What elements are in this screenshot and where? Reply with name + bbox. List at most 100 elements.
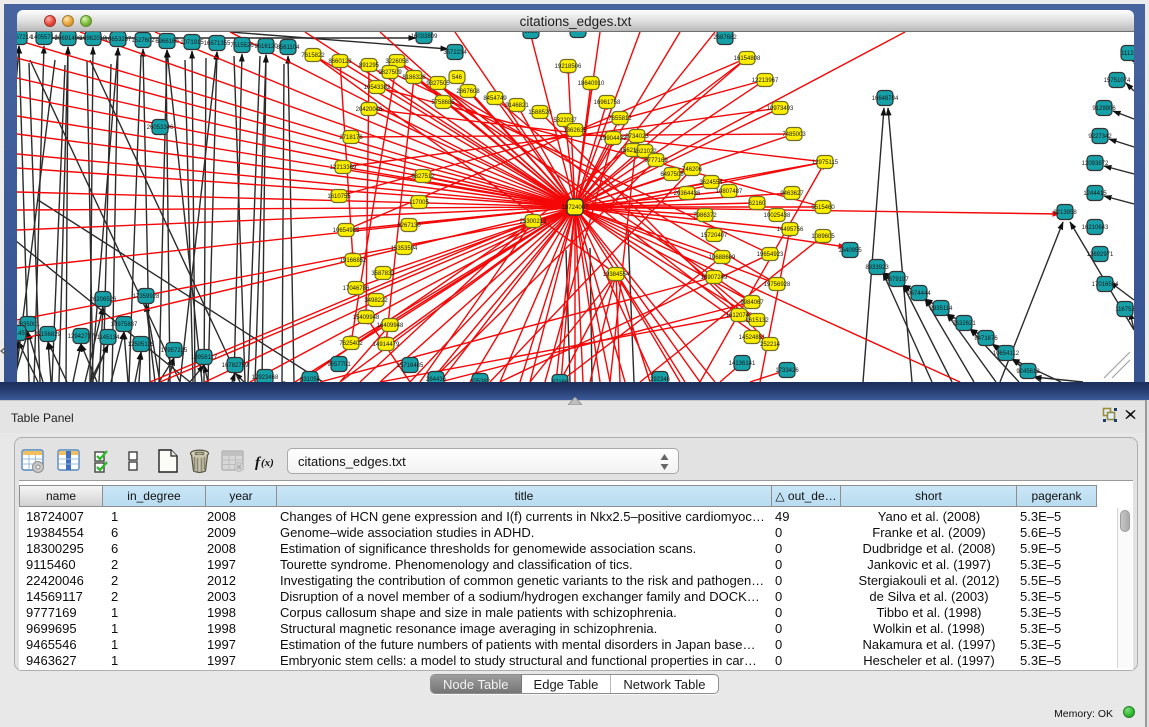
svg-text:891295: 891295	[359, 63, 380, 69]
svg-text:116753: 116753	[1115, 307, 1134, 313]
svg-text:10688609: 10688609	[709, 255, 736, 261]
svg-text:25300213: 25300213	[520, 219, 547, 225]
svg-text:12213967: 12213967	[752, 78, 779, 84]
svg-text:7485003: 7485003	[782, 132, 806, 138]
svg-text:19218506: 19218506	[555, 64, 582, 70]
svg-text:6497508: 6497508	[660, 172, 684, 178]
svg-text:16962018: 16962018	[80, 36, 107, 42]
svg-text:9734023: 9734023	[625, 134, 649, 140]
svg-text:1733426: 1733426	[775, 368, 799, 374]
svg-text:9129906: 9129906	[1092, 106, 1116, 112]
svg-text:15353594: 15353594	[391, 246, 418, 252]
svg-text:14495756: 14495756	[777, 227, 804, 233]
svg-text:1615132: 1615132	[745, 318, 769, 324]
svg-text:1610755: 1610755	[327, 194, 351, 200]
svg-text:20420046: 20420046	[356, 107, 383, 113]
svg-text:3498222: 3498222	[364, 298, 388, 304]
svg-text:19384554: 19384554	[603, 272, 630, 278]
svg-text:1089605: 1089605	[811, 234, 835, 240]
svg-text:10973493: 10973493	[767, 106, 794, 112]
svg-text:9515460: 9515460	[811, 205, 835, 211]
svg-text:1071915: 1071915	[180, 40, 204, 46]
svg-text:9146821: 9146821	[505, 103, 529, 109]
svg-text:16648784: 16648784	[872, 96, 899, 102]
svg-text:16033809: 16033809	[411, 34, 438, 40]
svg-text:17957225: 17957225	[161, 348, 188, 354]
svg-text:12942737: 12942737	[68, 334, 95, 340]
svg-text:9827512: 9827512	[411, 174, 435, 180]
svg-text:7632621: 7632621	[952, 321, 976, 327]
svg-text:12093872: 12093872	[1082, 161, 1109, 167]
svg-text:1527602: 1527602	[131, 38, 155, 44]
svg-text:18640910: 18640910	[578, 81, 605, 87]
svg-text:62160: 62160	[749, 201, 766, 207]
svg-text:1145134: 1145134	[97, 335, 121, 341]
svg-text:9227342: 9227342	[1088, 134, 1112, 140]
svg-text:9827509: 9827509	[378, 70, 402, 76]
svg-text:14136141: 14136141	[729, 361, 756, 367]
svg-text:746206: 746206	[682, 167, 703, 173]
svg-text:11123: 11123	[1121, 51, 1134, 57]
svg-text:8186328: 8186328	[402, 75, 426, 81]
svg-text:16782759: 16782759	[222, 363, 249, 369]
svg-text:17046786: 17046786	[343, 286, 370, 292]
svg-text:8933923: 8933923	[865, 265, 889, 271]
svg-text:12213369: 12213369	[330, 165, 357, 171]
svg-text:546: 546	[452, 75, 463, 81]
svg-text:8454749: 8454749	[483, 96, 507, 102]
svg-text:19756928: 19756928	[764, 282, 791, 288]
svg-text:19166852: 19166852	[340, 258, 367, 264]
svg-text:1244415: 1244415	[1083, 191, 1107, 197]
svg-text:16154808: 16154808	[734, 56, 761, 62]
svg-text:252214: 252214	[760, 342, 781, 348]
svg-text:16409948: 16409948	[377, 323, 404, 329]
svg-text:2935114: 2935114	[930, 306, 954, 312]
svg-text:26053346: 26053346	[147, 125, 174, 131]
svg-text:15720407: 15720407	[701, 233, 728, 239]
svg-text:10654112: 10654112	[993, 351, 1020, 357]
svg-text:10543382: 10543382	[364, 85, 391, 91]
svg-text:7986372: 7986372	[693, 213, 717, 219]
svg-text:8813: 8813	[524, 32, 538, 35]
svg-text:8660123: 8660123	[328, 59, 352, 65]
svg-text:17359928: 17359928	[133, 294, 160, 300]
svg-text:3587833: 3587833	[371, 271, 395, 277]
svg-text:2718176: 2718176	[339, 135, 363, 141]
svg-text:15751074: 15751074	[1104, 78, 1131, 84]
svg-text:13692971: 13692971	[1087, 252, 1114, 258]
svg-text:(x): (x)	[261, 457, 274, 469]
svg-text:16671355: 16671355	[204, 41, 231, 47]
svg-text:8471676: 8471676	[974, 336, 998, 342]
svg-text:10025438: 10025438	[764, 213, 791, 219]
svg-text:9463627: 9463627	[780, 191, 804, 197]
svg-text:16210643: 16210643	[1082, 225, 1109, 231]
svg-text:19654923: 19654923	[757, 252, 784, 258]
svg-text:9616120: 9616120	[254, 44, 278, 50]
svg-text:8267130: 8267130	[397, 223, 421, 229]
svg-text:17016504: 17016504	[1092, 282, 1119, 288]
svg-text:9674444: 9674444	[907, 291, 931, 297]
svg-text:8561104: 8561104	[277, 45, 301, 51]
svg-text:15716485: 15716485	[397, 363, 424, 369]
svg-text:1588520: 1588520	[528, 110, 552, 116]
svg-text:3624554: 3624554	[699, 180, 723, 186]
svg-text:9777169: 9777169	[644, 158, 668, 164]
svg-text:10975887: 10975887	[111, 322, 138, 328]
svg-text:20691406: 20691406	[55, 36, 82, 42]
svg-text:3572234: 3572234	[443, 50, 467, 56]
svg-text:3226058: 3226058	[385, 59, 409, 65]
svg-text:991457: 991457	[17, 331, 29, 337]
svg-text:9327505: 9327505	[426, 81, 450, 87]
svg-text:12975115: 12975115	[812, 160, 839, 166]
svg-text:5758685: 5758685	[431, 100, 455, 106]
svg-text:12923468: 12923468	[252, 375, 279, 381]
svg-text:10653287: 10653287	[105, 37, 132, 43]
svg-text:2687682: 2687682	[713, 35, 737, 41]
svg-text:7655812: 7655812	[608, 116, 632, 122]
svg-text:11156829: 11156829	[35, 332, 61, 338]
svg-text:8213958: 8213958	[1053, 210, 1077, 216]
svg-text:18907249: 18907249	[701, 275, 728, 281]
svg-text:19904433: 19904433	[600, 136, 627, 142]
svg-text:15409948: 15409948	[353, 315, 380, 321]
svg-text:7615822: 7615822	[301, 53, 325, 59]
